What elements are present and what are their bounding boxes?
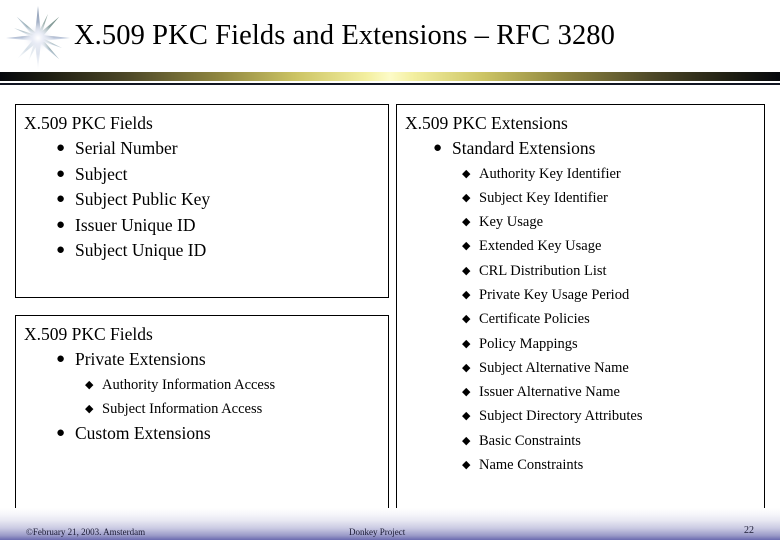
sub-list-item: ◆ CRL Distribution List <box>462 259 643 283</box>
list-item-label: Subject <box>75 163 128 184</box>
list-item: ● Subject <box>54 162 210 188</box>
header-divider-line <box>0 83 780 85</box>
list-item-label: Private Extensions <box>75 349 206 369</box>
disc-bullet-icon: ● <box>56 165 66 182</box>
starburst-icon <box>6 6 70 70</box>
sub-list-item: ◆ Key Usage <box>462 210 643 234</box>
diamond-bullet-icon: ◆ <box>462 361 471 374</box>
sub-list-item: ◆ Extended Key Usage <box>462 234 643 258</box>
footer-copyright: ©February 21, 2003. Amsterdam <box>26 527 146 537</box>
list-item-label: Serial Number <box>75 138 178 158</box>
box-heading: X.509 PKC Fields <box>24 324 153 344</box>
diamond-bullet-icon: ◆ <box>462 337 471 350</box>
list-item-label: Standard Extensions <box>452 138 596 158</box>
sub-list-item: ◆ Subject Information Access <box>85 397 275 421</box>
diamond-bullet-icon: ◆ <box>462 313 471 326</box>
list-item: ● Custom Extensions <box>54 421 275 447</box>
sub-list-item-label: Subject Directory Attributes <box>479 408 643 425</box>
diamond-bullet-icon: ◆ <box>462 386 471 399</box>
sub-list-item-label: Name Constraints <box>479 457 584 474</box>
sub-list-item-label: Subject Key Identifier <box>479 189 608 206</box>
sub-list-item-label: CRL Distribution List <box>479 262 607 279</box>
box-heading: X.509 PKC Extensions <box>405 113 568 133</box>
disc-bullet-icon: ● <box>56 425 66 442</box>
sub-list-item-label: Subject Information Access <box>102 400 263 417</box>
sub-list-item: ◆ Authority Information Access <box>85 373 275 397</box>
box-private-extensions: X.509 PKC Fields ● Private Extensions ◆ … <box>15 315 389 512</box>
list-item: ● Subject Unique ID <box>54 238 210 264</box>
list-item-label: Subject Unique ID <box>75 240 207 260</box>
diamond-bullet-icon: ◆ <box>462 240 471 253</box>
sub-list-item-label: Policy Mappings <box>479 335 578 352</box>
box-pkc-fields: X.509 PKC Fields ● Serial Number ● Subje… <box>15 104 389 298</box>
sub-list-item-label: Subject Alternative Name <box>479 359 629 376</box>
sub-list-item-label: Authority Key Identifier <box>479 165 621 182</box>
sub-list-item-label: Authority Information Access <box>102 376 276 393</box>
footer-project-name: Donkey Project <box>349 527 406 537</box>
sub-list-item: ◆ Issuer Alternative Name <box>462 380 643 404</box>
header-divider-bar <box>0 72 780 81</box>
sub-list-item: ◆ Policy Mappings <box>462 332 643 356</box>
sub-list-item: ◆ Certificate Policies <box>462 307 643 331</box>
box-pkc-extensions: X.509 PKC Extensions ● Standard Extensio… <box>396 104 765 512</box>
sub-list-item: ◆ Name Constraints <box>462 453 643 477</box>
diamond-bullet-icon: ◆ <box>462 264 471 277</box>
diamond-bullet-icon: ◆ <box>85 378 94 391</box>
sub-list-item-label: Basic Constraints <box>479 432 581 449</box>
diamond-bullet-icon: ◆ <box>462 216 471 229</box>
disc-bullet-icon: ● <box>56 191 66 207</box>
diamond-bullet-icon: ◆ <box>462 459 471 472</box>
sub-list: ◆ Authority Information Access ◆ Subject… <box>85 373 275 422</box>
diamond-bullet-icon: ◆ <box>462 410 471 423</box>
disc-bullet-icon: ● <box>56 351 66 367</box>
sub-list-item: ◆ Basic Constraints <box>462 429 643 453</box>
list-item: ● Subject Public Key <box>54 187 210 213</box>
list-item-label: Custom Extensions <box>75 423 211 444</box>
sub-list-item: ◆ Subject Directory Attributes <box>462 404 643 428</box>
sub-list-item: ◆ Authority Key Identifier <box>462 162 643 186</box>
slide-header: X.509 PKC Fields and Extensions – RFC 32… <box>0 0 780 90</box>
diamond-bullet-icon: ◆ <box>462 167 471 180</box>
pkc-fields-list: ● Serial Number ● Subject ● Subject Publ… <box>54 136 210 264</box>
disc-bullet-icon: ● <box>56 242 66 258</box>
list-item: ● Standard Extensions <box>431 136 643 162</box>
sub-list-item: ◆ Subject Alternative Name <box>462 356 643 380</box>
slide-title: X.509 PKC Fields and Extensions – RFC 32… <box>74 20 615 51</box>
list-item: ● Private Extensions <box>54 347 275 373</box>
list-item: ● Issuer Unique ID <box>54 213 210 239</box>
list-item-label: Issuer Unique ID <box>75 214 196 235</box>
diamond-bullet-icon: ◆ <box>462 434 471 447</box>
box-heading: X.509 PKC Fields <box>24 113 153 133</box>
sub-list-item-label: Certificate Policies <box>479 311 590 328</box>
sub-list-item-label: Extended Key Usage <box>479 238 602 255</box>
disc-bullet-icon: ● <box>56 140 66 156</box>
footer-page-number: 22 <box>744 525 754 536</box>
sub-list-item-label: Private Key Usage Period <box>479 286 630 303</box>
sub-list-item: ◆ Subject Key Identifier <box>462 186 643 210</box>
diamond-bullet-icon: ◆ <box>462 191 471 204</box>
sub-list-item-label: Issuer Alternative Name <box>479 384 620 401</box>
diamond-bullet-icon: ◆ <box>462 288 471 301</box>
private-extensions-list: ● Private Extensions ◆ Authority Informa… <box>54 347 275 447</box>
diamond-bullet-icon: ◆ <box>85 402 94 415</box>
pkc-extensions-list: ● Standard Extensions ◆ Authority Key Id… <box>431 136 643 477</box>
slide-footer: ©February 21, 2003. Amsterdam Donkey Pro… <box>0 508 780 540</box>
sub-list: ◆ Authority Key Identifier ◆ Subject Key… <box>462 162 643 478</box>
list-item: ● Serial Number <box>54 136 210 162</box>
disc-bullet-icon: ● <box>433 140 443 156</box>
disc-bullet-icon: ● <box>56 216 66 233</box>
list-item-label: Subject Public Key <box>75 189 211 209</box>
sub-list-item: ◆ Private Key Usage Period <box>462 283 643 307</box>
sub-list-item-label: Key Usage <box>479 214 544 231</box>
